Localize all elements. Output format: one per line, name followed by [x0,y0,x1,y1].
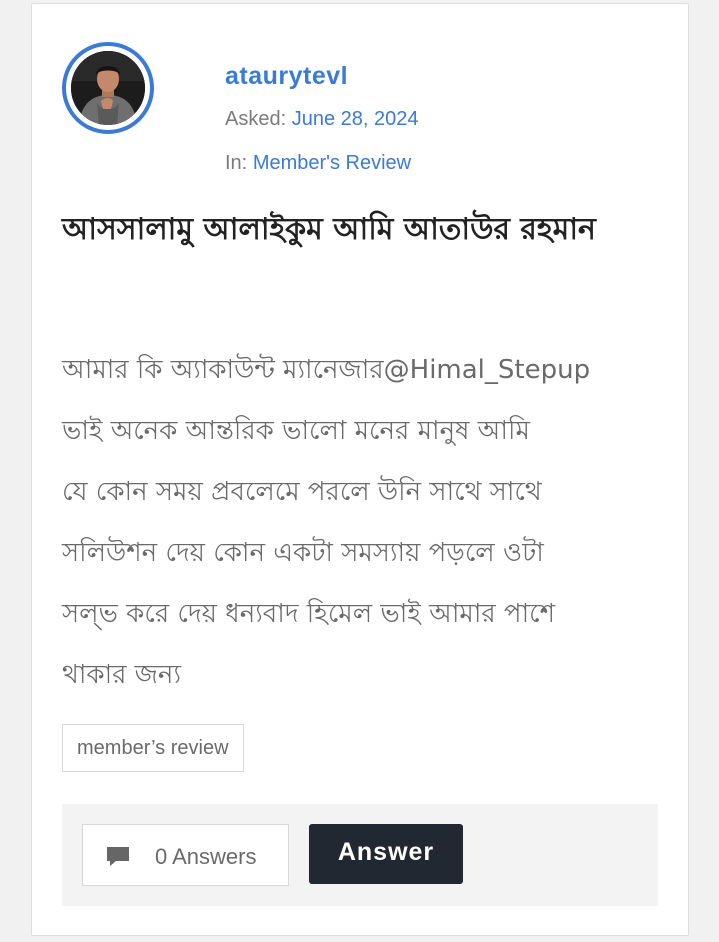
author-username[interactable]: ataurytevl [225,62,348,91]
avatar[interactable] [71,51,145,125]
category-line: In: Member's Review [225,152,411,175]
asked-date-link[interactable]: June 28, 2024 [292,108,419,130]
comment-icon [107,847,129,866]
answers-count-label: 0 Answers [155,844,257,869]
answers-count-button[interactable]: 0 Answers [82,824,289,886]
avatar-photo-icon [71,51,145,125]
question-body: আমার কি অ্যাকাউন্ট ম্যানেজার@Himal_Stepu… [62,355,591,690]
question-card: ataurytevl Asked: June 28, 2024 In: Memb… [31,3,689,936]
category-label: In: [225,152,248,174]
asked-label: Asked: [225,108,287,130]
question-title[interactable]: আসসালামু আলাইকুম আমি আতাউর রহমান [62,203,622,257]
avatar-ring[interactable] [62,42,154,134]
tag-members-review[interactable]: member’s review [62,724,244,772]
category-link[interactable]: Member's Review [253,152,411,174]
answer-button[interactable]: Answer [309,824,463,884]
question-footer: 0 Answers Answer [62,804,658,906]
asked-date-line: Asked: June 28, 2024 [225,108,419,131]
